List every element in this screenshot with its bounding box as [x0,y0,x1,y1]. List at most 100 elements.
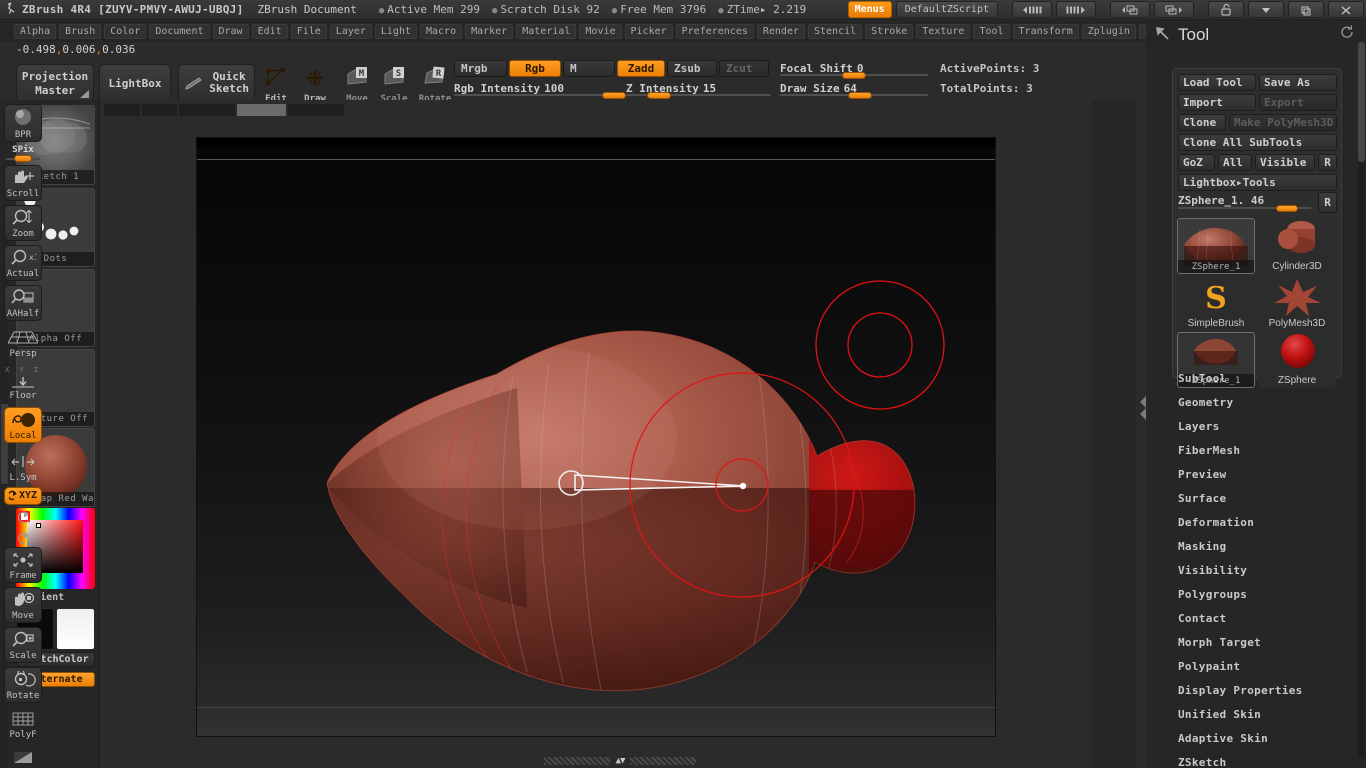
tool-section-contact[interactable]: Contact [1178,606,1366,630]
menu-item-texture[interactable]: Texture [916,24,971,39]
document-scroll-strip[interactable] [104,104,344,116]
xyz-button[interactable]: XYZ [4,487,42,505]
tool-section-layers[interactable]: Layers [1178,414,1366,438]
menu-item-stencil[interactable]: Stencil [808,24,863,39]
menus-button[interactable]: Menus [847,1,892,18]
export-button[interactable]: Export [1259,94,1337,111]
tool-section-zsketch[interactable]: ZSketch [1178,750,1366,768]
import-button[interactable]: Import [1178,94,1256,111]
lightbox-button[interactable]: LightBox [99,64,171,102]
clone-button[interactable]: Clone [1178,114,1226,131]
scroll-button[interactable]: Scroll [4,165,42,201]
tool-section-polypaint[interactable]: Polypaint [1178,654,1366,678]
menu-item-layer[interactable]: Layer [329,24,372,39]
m-button[interactable]: M [563,60,615,77]
tray-left-icon[interactable] [1110,1,1150,18]
menu-item-draw[interactable]: Draw [212,24,249,39]
draw-size-slider[interactable]: Draw Size 64 [780,80,928,99]
rotate-y-button[interactable]: Y [4,508,42,528]
rgb-button[interactable]: Rgb [509,60,561,77]
scale-tool-button[interactable]: Scale [4,627,42,663]
zcut-button[interactable]: Zcut [719,60,769,77]
tool-section-deformation[interactable]: Deformation [1178,510,1366,534]
zoom-button[interactable]: Zoom [4,205,42,241]
next-pages-icon[interactable] [1056,1,1096,18]
menu-item-color[interactable]: Color [104,24,147,39]
lightbox-tools-button[interactable]: Lightbox▸Tools [1178,174,1337,191]
aahalf-button[interactable]: AAHalf [4,285,42,321]
menu-item-macro[interactable]: Macro [420,24,463,39]
tool-section-preview[interactable]: Preview [1178,462,1366,486]
item-size-r-button[interactable]: R [1318,192,1337,213]
menu-item-file[interactable]: File [290,24,327,39]
reload-icon[interactable] [1340,25,1354,43]
floor-button[interactable]: X Y Z Floor [4,366,42,402]
zadd-button[interactable]: Zadd [617,60,665,77]
visible-button[interactable]: Visible [1255,154,1315,171]
menu-item-render[interactable]: Render [756,24,805,39]
minimize-icon[interactable] [1248,1,1284,18]
item-size-slider[interactable]: ZSphere_1. 46 [1178,194,1311,212]
menu-item-zplugin[interactable]: Zplugin [1081,24,1136,39]
move-mode-button[interactable]: M Move [340,64,374,105]
tool-section-surface[interactable]: Surface [1178,486,1366,510]
close-icon[interactable] [1328,1,1364,18]
bpr-button[interactable]: BPR [4,104,42,142]
tool-section-masking[interactable]: Masking [1178,534,1366,558]
transp-button[interactable] [4,745,42,768]
tool-thumb-simplebrush[interactable]: S SimpleBrush [1177,275,1255,331]
menu-item-preferences[interactable]: Preferences [675,24,754,39]
tool-thumb-cylinder3d[interactable]: Cylinder3D [1258,218,1336,274]
goz-button[interactable]: GoZ [1178,154,1215,171]
tool-section-visibility[interactable]: Visibility [1178,558,1366,582]
tray-right-icon[interactable] [1154,1,1194,18]
rgb-intensity-slider[interactable]: Rgb Intensity 100 [454,80,626,99]
zsub-button[interactable]: Zsub [667,60,717,77]
tool-section-subtool[interactable]: SubTool [1178,366,1366,390]
tool-section-fibermesh[interactable]: FiberMesh [1178,438,1366,462]
menu-item-edit[interactable]: Edit [251,24,288,39]
clone-all-subtools-button[interactable]: Clone All SubTools [1178,134,1337,151]
menu-item-picker[interactable]: Picker [624,24,673,39]
tool-section-unified-skin[interactable]: Unified Skin [1178,702,1366,726]
tool-thumb-polymesh3d[interactable]: PolyMesh3D [1258,275,1336,331]
rotate-mode-button[interactable]: R Rotate [418,64,452,105]
tool-panel-scrollbar[interactable] [1358,42,1365,758]
secondary-color-swatch[interactable] [56,608,95,650]
menu-item-material[interactable]: Material [516,24,577,39]
restore-icon[interactable] [1288,1,1324,18]
save-as-button[interactable]: Save As [1259,74,1337,91]
tool-section-polygroups[interactable]: Polygroups [1178,582,1366,606]
mrgb-button[interactable]: Mrgb [454,60,507,77]
menu-item-light[interactable]: Light [374,24,417,39]
actual-button[interactable]: x1 Actual [4,245,42,281]
menu-item-tool[interactable]: Tool [973,24,1010,39]
menu-item-marker[interactable]: Marker [465,24,514,39]
quick-sketch-button[interactable]: Quick Sketch [178,64,255,102]
menu-item-movie[interactable]: Movie [579,24,622,39]
spix-knob[interactable] [14,155,32,162]
polyf-button[interactable]: PolyF [4,707,42,741]
prev-pages-icon[interactable] [1012,1,1052,18]
tool-section-display-properties[interactable]: Display Properties [1178,678,1366,702]
draw-mode-button[interactable]: Draw [298,64,332,105]
zscript-button[interactable]: DefaultZScript [895,1,998,18]
menu-item-brush[interactable]: Brush [59,24,102,39]
load-tool-button[interactable]: Load Tool [1178,74,1256,91]
lsym-button[interactable]: L.Sym [4,450,42,484]
tool-section-morph-target[interactable]: Morph Target [1178,630,1366,654]
menu-item-transform[interactable]: Transform [1012,24,1079,39]
projection-master-button[interactable]: Projection Master [16,64,94,102]
lock-open-icon[interactable] [1208,1,1244,18]
rotate-tool-button[interactable]: Rotate [4,667,42,703]
tool-section-adaptive-skin[interactable]: Adaptive Skin [1178,726,1366,750]
frame-button[interactable]: Frame [4,547,42,583]
menu-item-document[interactable]: Document [149,24,210,39]
visible-r-button[interactable]: R [1318,154,1337,171]
document-canvas[interactable] [196,137,996,737]
move-tool-button[interactable]: Move [4,587,42,623]
menu-item-alpha[interactable]: Alpha [14,24,57,39]
all-button[interactable]: All [1218,154,1252,171]
tool-thumb-zsphere-1[interactable]: ZSphere_1 [1177,218,1255,274]
tool-section-geometry[interactable]: Geometry [1178,390,1366,414]
